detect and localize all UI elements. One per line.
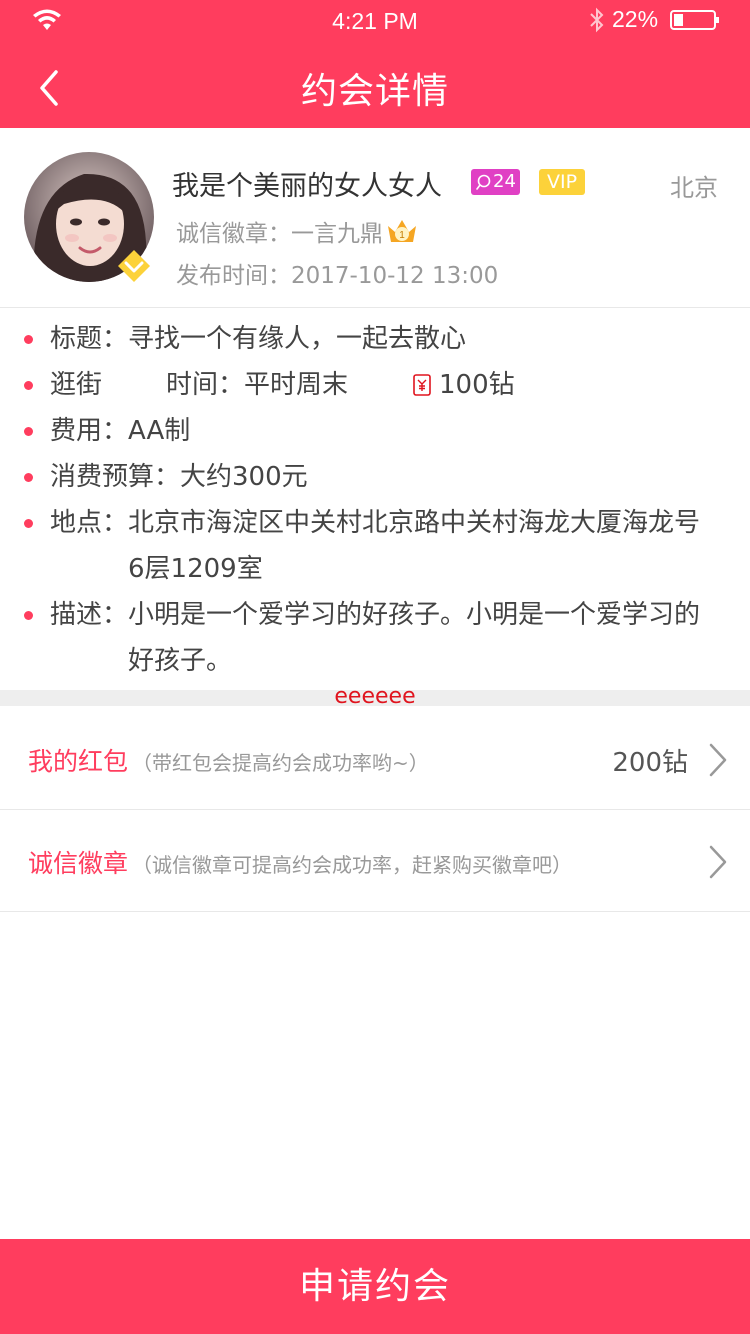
detail-title-row: 标题：寻找一个有缘人，一起去散心 — [0, 316, 750, 362]
message-count: 24 — [493, 171, 516, 192]
credit-badge-line: 诚信徽章：一言九鼎 1 — [176, 214, 419, 248]
battery-icon — [670, 10, 719, 30]
verified-icon — [118, 250, 150, 282]
detail-fee-row: 费用：AA制 — [0, 408, 750, 454]
bullet-dot — [24, 427, 33, 436]
bullet-dot — [24, 335, 33, 344]
detail-location-line2: 6层1209室 — [128, 554, 263, 584]
credit-badge-cell[interactable]: 诚信徽章 （诚信徽章可提高约会成功率，赶紧购买徽章吧） — [0, 810, 750, 912]
credit-label: 诚信徽章：一言九鼎 — [176, 221, 383, 247]
crown-icon: 1 — [388, 220, 416, 242]
detail-description-line1: 描述：小明是一个爱学习的好孩子。小明是一个爱学习的 — [50, 600, 701, 630]
detail-activity-row: 逛街 时间：平时周末 100钻 — [0, 362, 750, 408]
chevron-right-icon — [709, 845, 727, 879]
detail-reward: 100钻 — [413, 362, 515, 408]
bullet-dot — [24, 519, 33, 528]
profile-card: 我是个美丽的女人女人 24 VIP 北京 诚信徽章：一言九鼎 1 发布时间：20… — [0, 128, 750, 308]
chevron-right-icon — [709, 743, 727, 777]
nickname: 我是个美丽的女人女人 — [172, 171, 442, 202]
detail-activity: 逛街 — [50, 370, 103, 400]
status-bar: 4:21 PM 22% — [0, 0, 750, 40]
avatar-wrap[interactable] — [24, 152, 154, 282]
apply-date-button[interactable]: 申请约会 — [0, 1239, 750, 1334]
bullet-dot — [24, 611, 33, 620]
red-packet-value: 200钻 — [612, 748, 688, 778]
detail-title: 标题：寻找一个有缘人，一起去散心 — [50, 324, 467, 354]
detail-location-line1: 地点：北京市海淀区中关村北京路中关村海龙大厦海龙号 — [50, 508, 701, 538]
message-count-badge[interactable]: 24 — [471, 169, 520, 195]
date-details: 标题：寻找一个有缘人，一起去散心 逛街 时间：平时周末 100钻 费用：AA制 … — [0, 316, 750, 684]
credit-badge-hint: （诚信徽章可提高约会成功率，赶紧购买徽章吧） — [132, 853, 573, 877]
detail-budget-row: 消费预算：大约300元 — [0, 454, 750, 500]
city-label: 北京 — [670, 174, 718, 202]
detail-time: 时间：平时周末 — [166, 370, 349, 400]
publish-time: 发布时间：2017-10-12 13:00 — [176, 263, 499, 289]
bullet-dot — [24, 473, 33, 482]
detail-location-row: 地点：北京市海淀区中关村北京路中关村海龙大厦海龙号 6层1209室 — [0, 500, 750, 592]
credit-badge-text: 诚信徽章 （诚信徽章可提高约会成功率，赶紧购买徽章吧） — [28, 844, 572, 880]
detail-description-line2: 好孩子。 — [128, 646, 233, 676]
header: 4:21 PM 22% 约会详情 — [0, 0, 750, 128]
vip-badge: VIP — [539, 169, 586, 195]
detail-description-row: 描述：小明是一个爱学习的好孩子。小明是一个爱学习的 好孩子。 — [0, 592, 750, 684]
nav-bar: 约会详情 — [0, 48, 750, 128]
battery-percent: 22% — [612, 6, 659, 32]
reward-value: 100钻 — [439, 370, 515, 400]
red-packet-icon — [413, 374, 431, 396]
bullet-dot — [24, 381, 33, 390]
red-packet-text: 我的红包 （带红包会提高约会成功率哟~） — [28, 742, 429, 778]
detail-fee: 费用：AA制 — [50, 416, 191, 446]
divider-label: eeeeee — [334, 684, 416, 709]
page-title: 约会详情 — [300, 71, 449, 112]
detail-budget: 消费预算：大约300元 — [50, 462, 308, 492]
chat-icon — [476, 174, 491, 190]
red-packet-cell[interactable]: 我的红包 （带红包会提高约会成功率哟~） 200钻 — [0, 708, 750, 810]
crown-level: 1 — [399, 230, 405, 241]
bluetooth-icon — [590, 7, 604, 33]
red-packet-label: 我的红包 — [28, 747, 129, 776]
credit-badge-label: 诚信徽章 — [28, 849, 129, 878]
red-packet-hint: （带红包会提高约会成功率哟~） — [132, 751, 429, 775]
